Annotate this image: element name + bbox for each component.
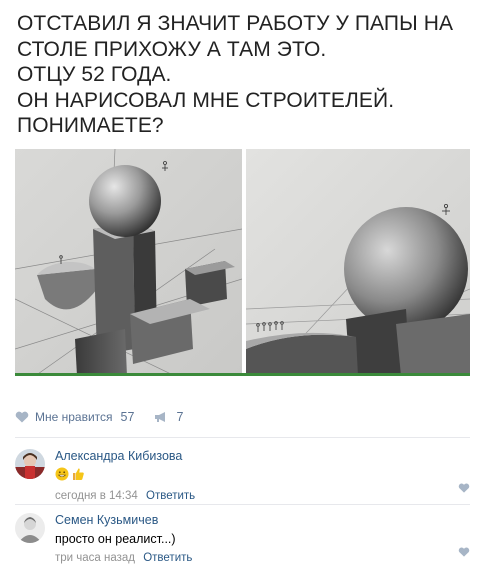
post-line: ПОНИМАЕТЕ?: [17, 114, 164, 137]
post-text: ОТСТАВИЛ Я ЗНАЧИТ РАБОТУ У ПАПЫ НА СТОЛЕ…: [17, 11, 477, 139]
photo-bottom-bar: [15, 373, 470, 376]
emoji-group: [55, 467, 85, 481]
post-line: ОТЦУ 52 ГОДА.: [17, 63, 172, 86]
comment-body: Семен Кузьмичев просто он реалист...) тр…: [55, 513, 465, 565]
comment: Семен Кузьмичев просто он реалист...) тр…: [15, 513, 470, 565]
comment-author[interactable]: Семен Кузьмичев: [55, 513, 465, 528]
comment-time[interactable]: сегодня в 14:34: [55, 490, 138, 502]
megaphone-icon: [155, 412, 166, 422]
comment-meta: сегодня в 14:34 Ответить: [55, 489, 465, 503]
share-button[interactable]: 7: [154, 410, 183, 424]
reply-link[interactable]: Ответить: [146, 490, 195, 502]
post-actions: Мне нравится 57 7: [15, 407, 203, 427]
comment: Александра Кибизова сегодня в 14:34 Отве…: [15, 449, 470, 502]
avatar[interactable]: [15, 513, 45, 543]
post-line: СТОЛЕ ПРИХОЖУ А ТАМ ЭТО.: [17, 37, 327, 61]
reply-link[interactable]: Ответить: [143, 552, 192, 564]
thumbs-up-icon: [73, 468, 84, 480]
avatar[interactable]: [15, 449, 45, 479]
comment-like-heart-icon[interactable]: [458, 483, 470, 493]
pencil-drawing-left: [15, 149, 242, 376]
divider: [15, 437, 470, 438]
share-count: 7: [176, 410, 184, 424]
avatar-image: [15, 449, 45, 479]
like-label: Мне нравится: [35, 410, 113, 424]
like-count: 57: [120, 410, 135, 424]
pencil-drawing-right: [246, 149, 470, 376]
photo-right[interactable]: [246, 149, 470, 376]
heart-icon: [15, 411, 29, 423]
comment-meta: три часа назад Ответить: [55, 551, 465, 565]
comment-text: [55, 467, 465, 485]
comment-author[interactable]: Александра Кибизова: [55, 449, 465, 464]
divider: [15, 504, 470, 505]
comment-text: просто он реалист...): [55, 532, 176, 546]
post-photos: [15, 149, 470, 376]
grin-emoji-icon: [55, 467, 69, 481]
photo-left[interactable]: [15, 149, 242, 376]
comment-body: Александра Кибизова сегодня в 14:34 Отве…: [55, 449, 465, 503]
like-button[interactable]: Мне нравится 57: [15, 410, 134, 424]
avatar-image: [15, 513, 45, 543]
comment-time[interactable]: три часа назад: [55, 552, 135, 564]
post-line: ОН НАРИСОВАЛ МНЕ СТРОИТЕЛЕЙ.: [17, 88, 395, 112]
comment-like-heart-icon[interactable]: [458, 547, 470, 557]
post-line: ОТСТАВИЛ Я ЗНАЧИТ РАБОТУ У ПАПЫ НА: [17, 12, 454, 35]
